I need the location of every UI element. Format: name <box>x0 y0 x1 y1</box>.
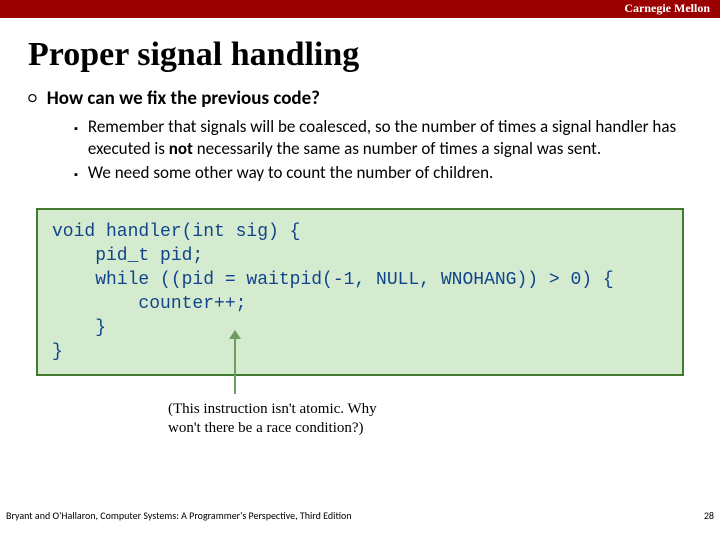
bullet-level2: ▪ Remember that signals will be coalesce… <box>74 116 692 160</box>
slide-footer: Bryant and O'Hallaron, Computer Systems:… <box>6 509 714 522</box>
annotation-caption: (This instruction isn't atomic. Why won'… <box>168 400 692 438</box>
bullet-text: How can we fix the previous code? <box>47 88 320 110</box>
bullet-mark-hollow: ○ <box>28 88 37 110</box>
bullet-text: We need some other way to count the numb… <box>88 162 493 184</box>
header-bar: Carnegie Mellon <box>0 0 720 18</box>
bullet-text: Remember that signals will be coalesced,… <box>88 116 692 160</box>
annotation-arrow <box>234 338 236 394</box>
caption-line: (This instruction isn't atomic. Why <box>168 401 377 417</box>
bullet-level2: ▪ We need some other way to count the nu… <box>74 162 692 186</box>
bullet-text-content: Remember that signals will be coalesced,… <box>88 116 676 159</box>
caption-line: won't there be a race condition?) <box>168 420 364 436</box>
brand-label: Carnegie Mellon <box>624 1 710 16</box>
page-number: 28 <box>704 509 714 522</box>
bullet-mark-square: ▪ <box>74 162 78 186</box>
bullet-mark-square: ▪ <box>74 116 78 140</box>
bullet-level1: ○ How can we fix the previous code? <box>28 88 692 110</box>
footer-source: Bryant and O'Hallaron, Computer Systems:… <box>6 509 352 522</box>
slide-title: Proper signal handling <box>28 36 692 74</box>
code-text: void handler(int sig) { pid_t pid; while… <box>52 222 614 362</box>
code-block: void handler(int sig) { pid_t pid; while… <box>36 208 684 376</box>
slide-body: Proper signal handling ○ How can we fix … <box>0 18 720 528</box>
